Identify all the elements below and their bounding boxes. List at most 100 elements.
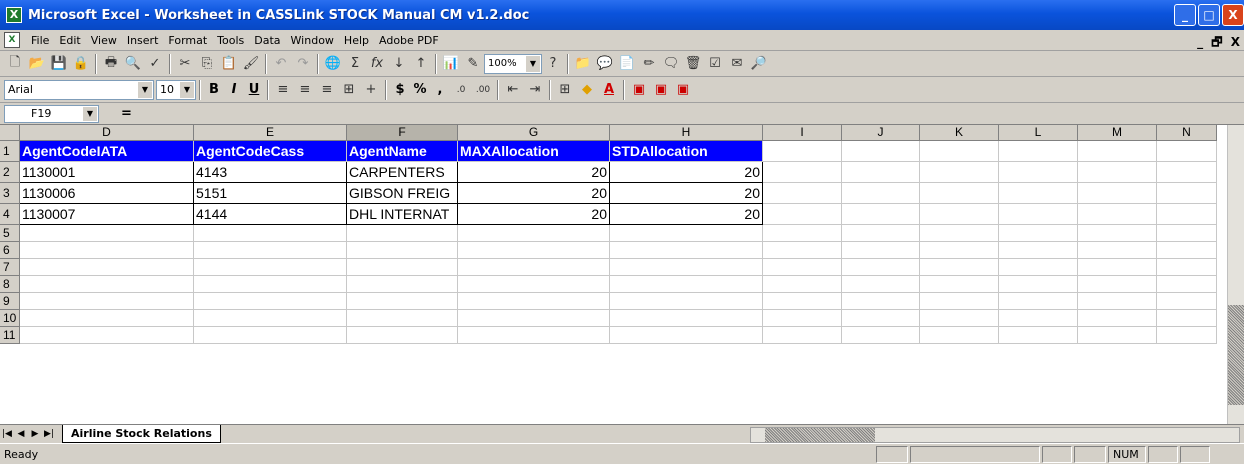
- header-std-allocation[interactable]: STDAllocation: [610, 141, 763, 162]
- sort-ascending-icon[interactable]: ↓: [388, 53, 410, 75]
- research-icon[interactable]: 🔎: [748, 53, 770, 75]
- cell[interactable]: [458, 327, 610, 344]
- cell[interactable]: [999, 327, 1078, 344]
- cell-agent-name[interactable]: CARPENTERS: [347, 162, 458, 183]
- font-color-icon[interactable]: A: [598, 79, 620, 101]
- chevron-down-icon[interactable]: ▼: [138, 81, 152, 98]
- column-header-m[interactable]: M: [1078, 125, 1157, 141]
- decrease-indent-icon[interactable]: ⇤: [502, 79, 524, 101]
- column-header-i[interactable]: I: [763, 125, 842, 141]
- cell[interactable]: [842, 141, 920, 162]
- cell[interactable]: [347, 225, 458, 242]
- cell[interactable]: [20, 327, 194, 344]
- maximize-button[interactable]: □: [1198, 4, 1220, 26]
- cell[interactable]: [194, 276, 347, 293]
- pdf-email-icon[interactable]: ▣: [650, 79, 672, 101]
- cell[interactable]: [920, 293, 999, 310]
- cell[interactable]: [1078, 183, 1157, 204]
- column-header-j[interactable]: J: [842, 125, 920, 141]
- cell[interactable]: [1078, 141, 1157, 162]
- cell[interactable]: [999, 259, 1078, 276]
- cell[interactable]: [194, 327, 347, 344]
- cell[interactable]: [347, 293, 458, 310]
- cell[interactable]: [1157, 162, 1217, 183]
- cell[interactable]: [20, 225, 194, 242]
- cell[interactable]: [842, 327, 920, 344]
- row-header-7[interactable]: 7: [0, 259, 20, 276]
- header-agent-name[interactable]: AgentName: [347, 141, 458, 162]
- pdf-review-icon[interactable]: ▣: [672, 79, 694, 101]
- cell[interactable]: [1078, 204, 1157, 225]
- italic-icon[interactable]: I: [224, 80, 244, 100]
- cell[interactable]: [999, 162, 1078, 183]
- next-sheet-icon[interactable]: ▶: [28, 429, 42, 439]
- header-max-allocation[interactable]: MAXAllocation: [458, 141, 610, 162]
- cell[interactable]: [920, 162, 999, 183]
- cell[interactable]: [194, 293, 347, 310]
- cell[interactable]: [1157, 310, 1217, 327]
- cell-agent-code-iata[interactable]: 1130006: [20, 183, 194, 204]
- send-icon[interactable]: ✉: [726, 53, 748, 75]
- cell[interactable]: [610, 293, 763, 310]
- cell[interactable]: [1157, 183, 1217, 204]
- cell[interactable]: [347, 242, 458, 259]
- increase-indent-icon[interactable]: ⇥: [524, 79, 546, 101]
- last-sheet-icon[interactable]: ▶|: [42, 429, 56, 439]
- cell[interactable]: [842, 259, 920, 276]
- chevron-down-icon[interactable]: ▼: [526, 55, 540, 72]
- cell[interactable]: [842, 183, 920, 204]
- comment-icon[interactable]: 💬: [594, 53, 616, 75]
- cell[interactable]: [194, 310, 347, 327]
- cell[interactable]: [842, 242, 920, 259]
- pdf-icon[interactable]: ▣: [628, 79, 650, 101]
- font-size-select[interactable]: 10 ▼: [156, 79, 196, 100]
- redo-icon[interactable]: ↷: [292, 53, 314, 75]
- cell[interactable]: [610, 259, 763, 276]
- cell[interactable]: [999, 204, 1078, 225]
- cell[interactable]: [763, 293, 842, 310]
- cell[interactable]: [763, 327, 842, 344]
- cell[interactable]: [1157, 259, 1217, 276]
- vertical-scroll-thumb[interactable]: [1228, 305, 1244, 405]
- select-all-corner[interactable]: [0, 125, 20, 141]
- cell[interactable]: [20, 293, 194, 310]
- cell[interactable]: [1157, 276, 1217, 293]
- new-icon[interactable]: 🗋: [4, 53, 26, 75]
- hyperlink-icon[interactable]: 🌐: [322, 53, 344, 75]
- cell[interactable]: [999, 293, 1078, 310]
- function-icon[interactable]: fx: [366, 53, 388, 75]
- cut-icon[interactable]: ✂: [174, 53, 196, 75]
- cell[interactable]: [458, 310, 610, 327]
- cell[interactable]: [763, 183, 842, 204]
- menu-adobe-pdf[interactable]: Adobe PDF: [374, 34, 444, 47]
- cell[interactable]: [842, 204, 920, 225]
- cell[interactable]: [999, 242, 1078, 259]
- name-box[interactable]: F19 ▼: [4, 104, 99, 123]
- cell[interactable]: [20, 310, 194, 327]
- cell[interactable]: [999, 141, 1078, 162]
- row-header-5[interactable]: 5: [0, 225, 20, 242]
- excel-app-icon[interactable]: X: [6, 7, 22, 23]
- row-header-10[interactable]: 10: [0, 310, 20, 327]
- cell[interactable]: [842, 293, 920, 310]
- close-button[interactable]: X: [1222, 4, 1244, 26]
- cross-icon[interactable]: +: [360, 79, 382, 101]
- cell[interactable]: [1078, 327, 1157, 344]
- cell-agent-name[interactable]: GIBSON FREIG: [347, 183, 458, 204]
- print-icon[interactable]: 🖶: [100, 53, 122, 75]
- menu-help[interactable]: Help: [339, 34, 374, 47]
- cell-max-allocation[interactable]: 20: [458, 204, 610, 225]
- cell[interactable]: [20, 259, 194, 276]
- cell[interactable]: [1078, 162, 1157, 183]
- chevron-down-icon[interactable]: ▼: [83, 106, 97, 121]
- row-header-9[interactable]: 9: [0, 293, 20, 310]
- menu-insert[interactable]: Insert: [122, 34, 164, 47]
- row-header-6[interactable]: 6: [0, 242, 20, 259]
- header-agent-code-iata[interactable]: AgentCodeIATA: [20, 141, 194, 162]
- cell-agent-code-iata[interactable]: 1130007: [20, 204, 194, 225]
- cell[interactable]: [610, 310, 763, 327]
- menu-format[interactable]: Format: [163, 34, 212, 47]
- cell[interactable]: [610, 327, 763, 344]
- cell[interactable]: [1157, 293, 1217, 310]
- cell[interactable]: [920, 183, 999, 204]
